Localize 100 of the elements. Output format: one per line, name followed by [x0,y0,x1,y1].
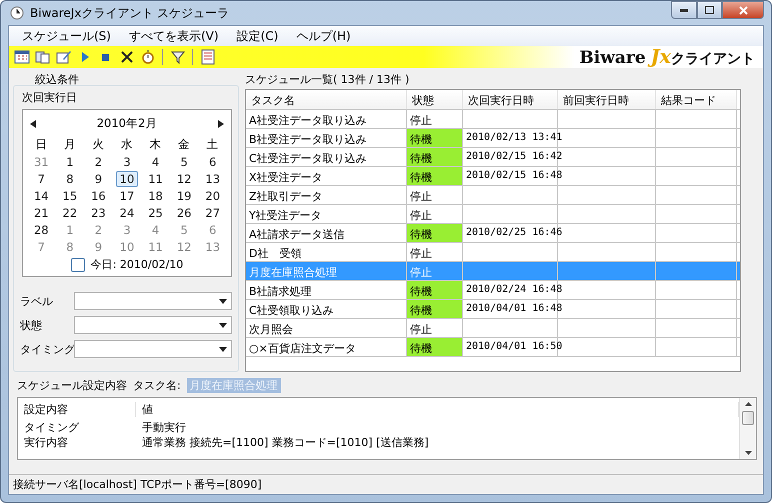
status-cell: 停止 [407,262,463,280]
table-row[interactable]: B社受注データ取り込み 待機 2010/02/13 13:41 [246,129,740,148]
menu-item[interactable]: ヘルプ(H) [287,28,360,44]
scroll-up-icon [744,402,752,406]
close-button[interactable] [722,1,764,19]
calendar-day[interactable]: 1 [58,154,82,170]
status-cell: 待機 [407,300,463,318]
calendar-day[interactable]: 21 [30,205,53,221]
calendar-day[interactable]: 3 [116,154,138,170]
toolbar-button[interactable] [199,48,216,66]
field-label: 状態 [20,318,43,332]
status-cell: 待機 [407,224,463,242]
calendar-day[interactable]: 5 [172,154,196,170]
table-row[interactable]: X社受注データ 待機 2010/02/15 16:48 [246,167,740,186]
calendar-day[interactable]: 4 [144,154,167,170]
weekday-label: 火 [91,136,106,153]
status-cell: 停止 [407,319,463,337]
table-row[interactable]: ○×百貨店注文データ 待機 2010/04/01 16:50 [246,338,740,357]
today-link[interactable]: 今日: 2010/02/10 [90,257,184,272]
dropdown-field[interactable] [74,340,232,358]
scrollbar[interactable] [739,398,756,459]
column-header[interactable]: 次回実行日時 [463,90,558,109]
column-header[interactable]: 前回実行日時 [558,90,656,109]
calendar-day[interactable]: 6 [201,154,224,170]
status-cell: 停止 [407,205,463,223]
table-row[interactable]: C社受注データ取り込み 待機 2010/02/15 16:42 [246,148,740,167]
weekday-label: 木 [148,136,163,153]
status-cell: 待機 [407,281,463,299]
calendar-day[interactable]: 13 [201,171,224,187]
task-name-value: 月度在庫照合処理 [186,378,281,393]
calendar-day[interactable]: 12 [172,171,196,187]
column-header[interactable]: タスク名 [246,90,407,109]
table-cell: A社受注データ取り込み [246,110,407,128]
table-row[interactable]: Z社取引データ 停止 [246,186,740,205]
previous-month-icon[interactable] [30,120,36,128]
maximize-button[interactable] [697,1,722,19]
calendar-day[interactable]: 22 [58,205,82,221]
calendar-day[interactable]: 11 [144,171,167,187]
today-marker-icon [70,258,85,272]
menu-item[interactable]: すべてを表示(V) [120,28,228,44]
calendar-day[interactable]: 15 [58,188,82,204]
maximize-icon [705,6,714,14]
calendar-day[interactable]: 17 [116,188,138,204]
close-icon [738,6,748,14]
table-row[interactable]: A社受注データ取り込み 停止 [246,110,740,129]
calendar-day[interactable]: 9 [87,171,110,187]
toolbar-button[interactable] [13,48,30,66]
column-header[interactable]: 結果コード [656,90,737,109]
column-header[interactable]: 設定内容 [18,402,136,416]
field-label: タスク名: [133,378,181,393]
calendar-day[interactable]: 27 [201,205,224,221]
close-icon [118,49,134,65]
edit-icon [56,49,72,65]
minimize-button[interactable] [671,1,697,19]
column-header[interactable]: 状態 [407,90,463,109]
stopwatch-icon [140,49,156,65]
status-cell: 停止 [407,243,463,261]
setting-value: 手動実行 [141,420,187,435]
table-row[interactable]: A社請求データ送信 待機 2010/02/25 16:46 [246,224,740,243]
menu-item[interactable]: スケジュール(S) [13,28,120,44]
calendar-day[interactable]: 14 [30,188,53,204]
toolbar-button[interactable] [169,48,186,66]
weekday-label: 日 [34,136,48,153]
table-row[interactable]: C社受領取り込み 待機 2010/04/01 16:48 [246,300,740,319]
calendar-day[interactable]: 18 [144,188,167,204]
next-month-icon[interactable] [218,120,224,128]
filter-icon [170,49,186,65]
status-cell: 停止 [407,110,463,128]
calendar-day[interactable]: 19 [172,188,196,204]
calendar-day[interactable]: 2 [87,154,110,170]
calendar-day[interactable]: 16 [87,188,110,204]
table-row[interactable]: B社請求処理 待機 2010/02/24 16:48 [246,281,740,300]
weekday-label: 土 [206,136,220,153]
toolbar-button[interactable] [55,48,72,66]
calendar-day[interactable]: 8 [58,171,82,187]
status-cell: 待機 [407,129,463,147]
table-cell: 月度在庫照合処理 [246,262,407,280]
calendar-day[interactable]: 24 [116,205,138,221]
calendar-day[interactable]: 7 [30,171,53,187]
calendar-day[interactable]: 28 [30,222,53,238]
toolbar-button[interactable] [34,48,51,66]
table-cell: Z社取引データ [246,186,407,204]
setting-value: 通常業務 接続先=[1100] 業務コード=[1010] [送信業務] [141,435,430,450]
setting-name: タイミング [23,420,80,435]
calendar-day[interactable]: 20 [201,188,224,204]
calendar-day[interactable]: 25 [144,205,167,221]
table-cell: D社 受領 [246,243,407,261]
weekday-label: 金 [177,136,192,153]
calendar-day[interactable]: 23 [87,205,110,221]
dropdown-field[interactable] [74,316,232,334]
window-title: BiwareJxクライアント スケジューラ [30,4,230,22]
table-row[interactable]: Y社受注データ 停止 [246,205,740,224]
scrollbar-thumb[interactable] [742,410,754,424]
menu-item[interactable]: 設定(C) [228,28,288,44]
dropdown-arrow-icon [219,322,227,328]
calendar-day[interactable]: 26 [172,205,196,221]
table-row[interactable]: 次月照会 停止 [246,319,740,338]
dropdown-field[interactable] [74,292,232,310]
calendar-day[interactable]: 10 [116,171,138,187]
field-label: タイミング [20,342,74,356]
